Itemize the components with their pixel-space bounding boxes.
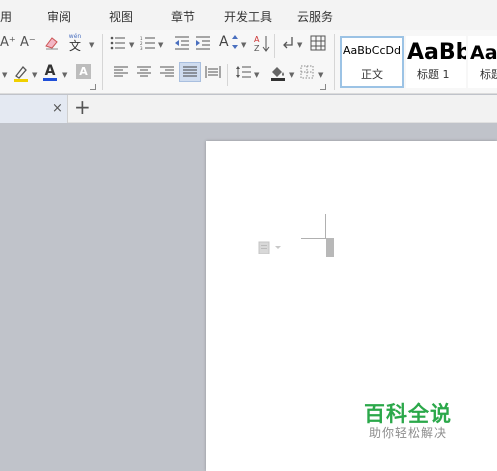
grow-font-button[interactable]: A⁺	[0, 36, 16, 49]
close-icon[interactable]: ×	[52, 101, 63, 116]
fill-color-bar	[271, 78, 285, 81]
font-dialog-launcher[interactable]	[90, 84, 96, 90]
ribbon-separator	[274, 34, 275, 58]
document-page[interactable]	[206, 141, 497, 471]
ribbon-separator	[227, 64, 228, 86]
phonetic-char: 文	[68, 39, 81, 53]
svg-text:Z: Z	[254, 44, 260, 52]
chevron-down-icon[interactable]: ▼	[32, 71, 37, 79]
highlight-color-bar	[14, 79, 28, 82]
menu-bar: 用 审阅 视图 章节 开发工具 云服务	[0, 0, 497, 30]
font-color-button[interactable]: A	[42, 62, 58, 82]
margin-corner-mark	[325, 214, 326, 239]
show-marks-icon[interactable]	[282, 36, 294, 50]
fill-color-icon[interactable]	[269, 63, 287, 81]
borders-icon[interactable]	[300, 65, 314, 79]
watermark-subtitle: 助你轻松解决	[369, 426, 448, 440]
font-color-letter: A	[44, 62, 56, 79]
highlight-icon[interactable]	[12, 64, 30, 82]
clear-format-icon[interactable]	[44, 34, 60, 50]
phonetic-guide-button[interactable]: wén 文	[66, 32, 84, 54]
justify-button[interactable]	[179, 62, 201, 82]
chevron-down-icon[interactable]: ▼	[2, 71, 7, 79]
chevron-down-icon[interactable]: ▼	[297, 41, 302, 49]
chevron-down-icon[interactable]: ▼	[289, 71, 294, 79]
menu-item-developer-tools[interactable]: 开发工具	[224, 8, 272, 25]
style-normal[interactable]: AaBbCcDd 正文	[340, 36, 404, 88]
menu-item-section[interactable]: 章节	[171, 8, 195, 25]
line-spacing-icon[interactable]	[235, 65, 251, 79]
new-tab-icon[interactable]: +	[74, 97, 91, 117]
svg-text:3: 3	[140, 46, 143, 50]
margin-corner-mark	[301, 238, 325, 239]
svg-text:A: A	[254, 35, 260, 44]
menu-item-review[interactable]: 审阅	[47, 8, 71, 25]
chevron-down-icon[interactable]: ▼	[62, 71, 67, 79]
char-shading-button[interactable]: A	[76, 64, 91, 79]
font-color-bar	[43, 77, 57, 81]
decrease-indent-icon[interactable]	[174, 36, 190, 50]
chevron-down-icon[interactable]: ▼	[241, 41, 246, 49]
paste-options-icon[interactable]	[258, 239, 286, 258]
chevron-down-icon[interactable]: ▼	[318, 71, 323, 79]
text-cursor	[326, 238, 334, 257]
table-icon[interactable]	[310, 35, 326, 51]
ribbon-toolbar: A⁺ A⁻ wén 文 ▼ ▼ ▼ A ▼ A ▼ 123 ▼ A ▼ AZ ▼…	[0, 30, 497, 94]
ribbon-separator	[102, 34, 103, 90]
style-heading[interactable]: Aa 标题	[468, 36, 497, 88]
document-tab[interactable]: ×	[0, 95, 68, 123]
chevron-down-icon[interactable]: ▼	[129, 41, 134, 49]
chevron-down-icon[interactable]: ▼	[158, 41, 163, 49]
char-scale-button[interactable]: A	[219, 35, 229, 49]
bullets-icon[interactable]	[110, 36, 126, 50]
style-heading-sample: Aa	[470, 42, 497, 64]
numbering-icon[interactable]: 123	[140, 36, 156, 50]
sort-icon[interactable]: AZ	[254, 34, 270, 52]
char-scale-arrows-icon	[231, 34, 239, 50]
ribbon-separator	[334, 34, 335, 90]
style-normal-name: 正文	[361, 68, 383, 81]
distribute-icon[interactable]	[205, 66, 221, 78]
menu-item-cloud-service[interactable]: 云服务	[297, 8, 333, 25]
style-normal-sample: AaBbCcDd	[343, 44, 401, 57]
align-center-icon[interactable]	[137, 66, 151, 78]
menu-item-partial[interactable]: 用	[0, 8, 12, 25]
menu-item-view[interactable]: 视图	[109, 8, 133, 25]
style-heading-name: 标题	[480, 68, 497, 81]
align-right-icon[interactable]	[160, 66, 174, 78]
chevron-down-icon[interactable]: ▼	[254, 71, 259, 79]
align-left-icon[interactable]	[114, 66, 128, 78]
paragraph-dialog-launcher[interactable]	[320, 84, 326, 90]
shrink-font-button[interactable]: A⁻	[20, 36, 36, 49]
style-heading-1[interactable]: AaBb 标题 1	[406, 36, 466, 88]
style-heading-1-name: 标题 1	[417, 68, 450, 81]
increase-indent-icon[interactable]	[195, 36, 211, 50]
style-heading-1-sample: AaBb	[407, 40, 466, 65]
chevron-down-icon[interactable]: ▼	[89, 41, 94, 49]
document-tab-bar: × +	[0, 95, 497, 123]
